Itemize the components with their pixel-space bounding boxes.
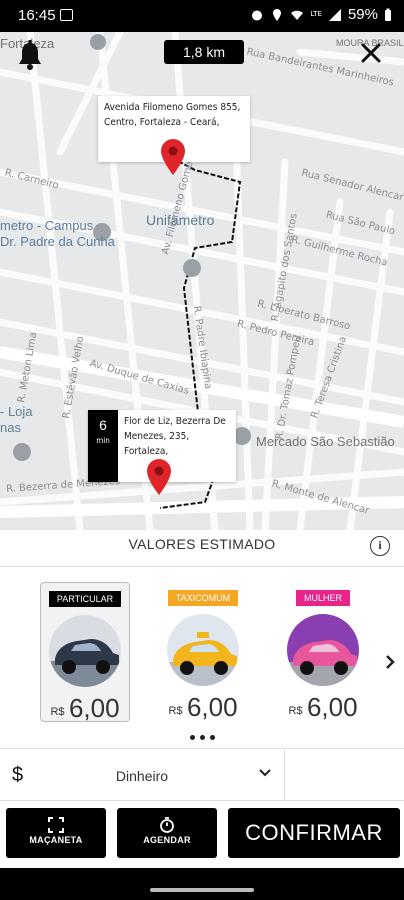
poi-label: nas — [0, 420, 21, 435]
battery-icon — [385, 8, 391, 21]
home-gesture-bar[interactable] — [150, 888, 254, 892]
schedule-button[interactable]: AGENDAR — [117, 808, 217, 858]
status-time: 16:45 — [18, 7, 56, 24]
divider — [0, 800, 404, 801]
divider — [284, 750, 285, 800]
currency-label: R$ — [50, 706, 65, 718]
origin-address: Avenida Filomeno Gomes 855, Centro, Fort… — [104, 102, 241, 128]
divider — [0, 748, 404, 749]
payment-method: Dinheiro — [115, 768, 169, 784]
price-value: 6,00 — [68, 693, 120, 723]
timer-icon — [160, 817, 174, 833]
eta-value: 6 — [99, 417, 107, 433]
price-value: 6,00 — [306, 692, 358, 722]
eta-unit: min — [96, 436, 110, 445]
status-bar: 16:45 LTE 59% — [0, 0, 404, 32]
ride-option-mulher[interactable]: MULHER R$ 6,00 — [278, 582, 368, 722]
option-price: R$ 6,00 — [278, 692, 368, 723]
poi-label: Dr. Padre da Cunha — [0, 234, 115, 249]
map-pin-icon — [161, 139, 185, 175]
currency-label: R$ — [168, 705, 183, 717]
option-badge: PARTICULAR — [48, 591, 122, 607]
chevron-right-icon[interactable] — [384, 654, 396, 670]
chevron-down-icon — [259, 769, 271, 777]
gallery-icon — [60, 9, 73, 21]
ride-option-taxicomum[interactable]: TAXICOMUM R$ 6,00 — [158, 582, 248, 722]
door-label: MAÇANETA — [29, 835, 83, 845]
poi-label: Mercado São Sebastião — [256, 434, 395, 449]
option-price: R$ 6,00 — [158, 692, 248, 723]
schedule-label: AGENDAR — [143, 835, 191, 845]
option-badge: TAXICOMUM — [167, 590, 239, 606]
distance-badge: 1,8 km — [164, 40, 244, 64]
currency-label: R$ — [288, 705, 303, 717]
alarm-icon — [252, 10, 263, 20]
ride-option-particular[interactable]: PARTICULAR R$ 6,00 — [40, 582, 130, 724]
poi-label: Unifametro — [146, 212, 215, 228]
option-badge: MULHER — [295, 590, 350, 606]
wifi-icon — [291, 10, 304, 20]
door-button[interactable]: MAÇANETA — [6, 808, 106, 858]
car-icon — [49, 615, 121, 687]
poi-label: - Loja — [0, 404, 33, 419]
expand-icon — [48, 817, 64, 833]
confirm-button[interactable]: CONFIRMAR — [228, 808, 400, 858]
network-label: LTE — [310, 10, 322, 18]
destination-address: Flor de Liz, Bezerra De Menezes, 235, Fo… — [124, 416, 226, 457]
info-icon[interactable]: i — [370, 536, 390, 556]
signal-icon — [328, 8, 341, 21]
map-pin-icon — [147, 459, 171, 495]
sheet-title: VALORES ESTIMADO — [128, 536, 276, 552]
location-icon — [273, 8, 282, 21]
battery-level: 59% — [347, 6, 378, 23]
bell-icon[interactable] — [16, 40, 44, 72]
route-map[interactable]: Rua Bandeirantes Marinheiros Rua Senador… — [0, 32, 404, 530]
estimate-sheet: VALORES ESTIMADO i PARTICULAR R$ 6,00 TA… — [0, 530, 404, 900]
price-value: 6,00 — [186, 692, 238, 722]
taxi-icon — [167, 614, 239, 686]
car-icon — [287, 614, 359, 686]
payment-selector[interactable]: $ Dinheiro — [0, 750, 404, 800]
system-nav-bar — [0, 868, 404, 900]
close-icon[interactable] — [360, 42, 382, 64]
option-price: R$ 6,00 — [41, 693, 129, 724]
poi-label: metro - Campus — [0, 218, 94, 233]
divider — [0, 566, 404, 567]
eta-box: 6 min — [88, 410, 118, 482]
pager-dots — [190, 735, 215, 740]
